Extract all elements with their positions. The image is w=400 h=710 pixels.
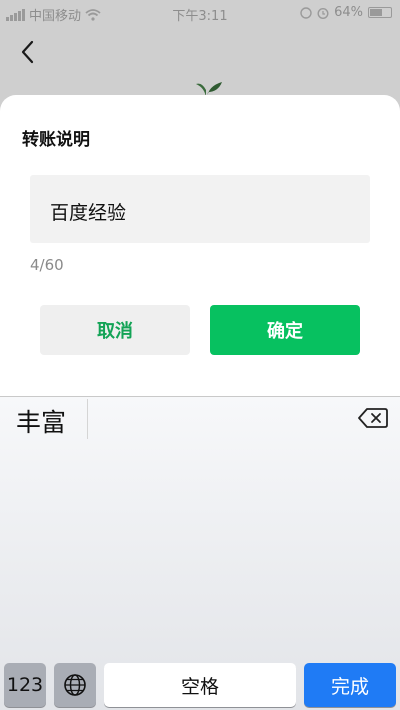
note-input[interactable]: 百度经验 xyxy=(30,175,370,243)
chevron-left-icon[interactable] xyxy=(14,38,42,66)
keyboard-bottom-row: 123 空格 完成 xyxy=(0,661,400,710)
done-key[interactable]: 完成 xyxy=(304,663,396,707)
globe-key[interactable] xyxy=(54,663,96,707)
dialog-title: 转账说明 xyxy=(22,130,90,150)
char-count: 4/60 xyxy=(30,256,64,274)
numeric-key[interactable]: 123 xyxy=(4,663,46,707)
battery-percent: 64% xyxy=(334,5,363,20)
candidate-word[interactable]: 丰富 xyxy=(16,403,66,439)
status-bar: 中国移动 下午3:11 64% xyxy=(0,0,400,26)
transfer-note-dialog: 转账说明 百度经验 4/60 取消 确定 xyxy=(0,95,400,397)
candidate-divider xyxy=(87,399,88,439)
globe-icon xyxy=(64,674,86,696)
lock-rotation-icon xyxy=(300,6,312,19)
space-key[interactable]: 空格 xyxy=(104,663,296,707)
cancel-button[interactable]: 取消 xyxy=(40,305,190,355)
confirm-button[interactable]: 确定 xyxy=(210,305,360,355)
backspace-icon[interactable] xyxy=(358,407,388,429)
keyboard: 丰富 123 空格 完成 xyxy=(0,396,400,710)
note-input-value: 百度经验 xyxy=(50,202,127,224)
alarm-icon xyxy=(317,7,329,19)
candidate-bar: 丰富 xyxy=(0,397,400,441)
status-right: 64% xyxy=(300,5,392,20)
battery-icon xyxy=(368,7,392,18)
